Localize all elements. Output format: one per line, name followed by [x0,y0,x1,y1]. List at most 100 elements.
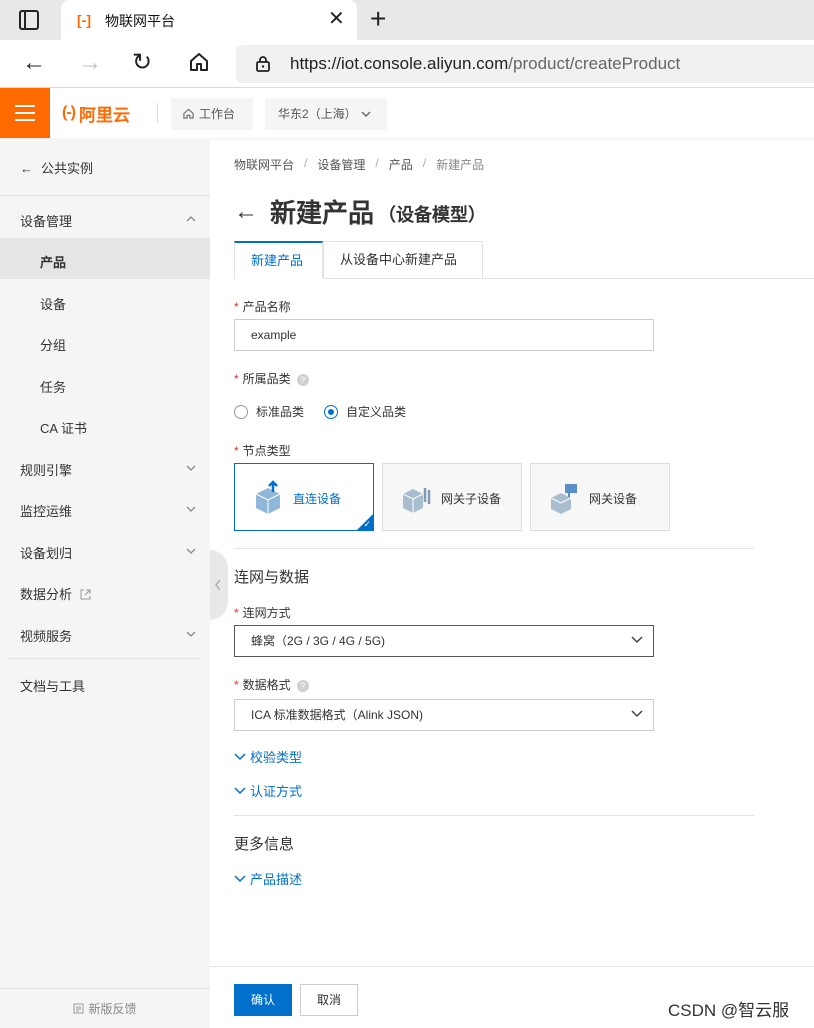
page-title-sub: （设备模型） [378,204,487,225]
sidebar-group-data-analysis-label: 数据分析 [20,587,73,602]
region-selector[interactable]: 华东2（上海） [265,98,387,130]
gateway-device-icon [550,484,577,514]
auth-method-toggle[interactable]: 认证方式 [234,781,302,800]
gateway-sub-device-icon [402,488,431,513]
sidebar-active-highlight [0,238,210,279]
aliyun-logo[interactable]: (-) 阿里云 [62,102,130,125]
chevron-down-icon[interactable] [186,463,196,473]
url-host: https://iot.console.aliyun.com [290,54,509,73]
aliyun-logo-icon: (-) [62,104,76,121]
check-icon: ✓ [363,519,371,529]
breadcrumb-device-mgmt[interactable]: 设备管理 [317,156,365,173]
sidebar-collapse-handle[interactable] [210,550,228,620]
node-type-gateway-sub-device[interactable]: 网关子设备 [382,463,522,531]
chevron-down-icon[interactable] [186,504,196,514]
sidebar-item-group[interactable]: 分组 [40,335,66,354]
tab-title: 物联网平台 [105,13,175,29]
chevron-down-icon [234,874,246,882]
tab-actions-icon[interactable] [19,10,39,30]
product-name-input[interactable]: example [234,319,654,351]
auth-method-label: 认证方式 [250,784,303,799]
sidebar-divider [8,658,200,659]
category-label: * 所属品类? [234,370,309,387]
node-type-gateway-label: 网关设备 [589,492,638,506]
category-radio-group: 标准品类 自定义品类 [234,403,406,420]
section-network-data: 连网与数据 [234,569,310,586]
workbench-button[interactable]: 工作台 [171,98,253,130]
help-icon[interactable]: ? [296,373,309,386]
sidebar-group-rules[interactable]: 规则引擎 [20,460,72,479]
workbench-label: 工作台 [199,107,236,121]
sidebar-item-device[interactable]: 设备 [40,294,66,313]
url-path: /product/createProduct [508,54,681,73]
node-type-gateway-device[interactable]: 网关设备 [530,463,670,531]
header-divider [157,103,158,123]
feedback-icon [73,1003,84,1014]
sidebar-docs-tools[interactable]: 文档与工具 [20,676,85,695]
check-type-toggle[interactable]: 校验类型 [234,747,302,766]
radio-custom-category[interactable] [324,404,339,419]
feedback-label: 新版反馈 [88,1002,137,1016]
new-tab-icon[interactable]: + [370,4,386,34]
browser-tab-bar: [-] 物联网平台 ✕ + [0,0,814,40]
node-type-direct-label: 直连设备 [293,492,342,506]
chevron-up-icon[interactable] [186,214,196,224]
radio-custom-category-label[interactable]: 自定义品类 [346,403,406,420]
lock-icon [256,56,270,72]
network-label: * 连网方式 [234,606,291,620]
network-select[interactable]: 蜂窝（2G / 3G / 4G / 5G) [234,625,654,657]
external-link-icon [80,589,91,600]
sidebar-group-device-assign[interactable]: 设备划归 [20,543,72,562]
product-description-toggle[interactable]: 产品描述 [234,869,302,888]
sidebar-group-device-mgmt[interactable]: 设备管理 [20,211,72,230]
hamburger-menu-icon[interactable] [0,88,50,138]
node-type-gateway-sub-label: 网关子设备 [441,492,502,506]
console-header: (-) 阿里云 工作台 华东2（上海） [0,88,814,138]
breadcrumb-iot-platform[interactable]: 物联网平台 [234,156,294,173]
chevron-down-icon[interactable] [186,546,196,556]
browser-tab[interactable]: [-] 物联网平台 ✕ [61,0,357,40]
sidebar-item-product[interactable]: 产品 [40,252,66,271]
chevron-down-icon[interactable] [186,629,196,639]
radio-standard-category-label[interactable]: 标准品类 [256,403,304,420]
data-format-label: * 数据格式? [234,676,309,693]
data-format-select[interactable]: ICA 标准数据格式（Alink JSON) [234,699,654,731]
sidebar-back-link[interactable]: ← 公共实例 [20,158,93,177]
data-format-select-value: ICA 标准数据格式（Alink JSON) [251,708,424,722]
tab-close-icon[interactable]: ✕ [328,8,345,30]
check-type-label: 校验类型 [250,750,303,765]
tab-new-product[interactable]: 新建产品 [234,241,323,279]
cancel-button[interactable]: 取消 [300,984,358,1016]
sidebar-item-ca-cert[interactable]: CA 证书 [40,418,87,437]
help-icon[interactable]: ? [296,679,309,692]
page-title-main: 新建产品 [270,198,375,228]
breadcrumb-separator: / [375,156,379,170]
forward-arrow-icon[interactable]: → [78,50,102,76]
chevron-down-icon [631,710,643,718]
breadcrumb-separator: / [304,156,308,170]
sidebar-group-monitoring[interactable]: 监控运维 [20,501,72,520]
sidebar-group-video[interactable]: 视频服务 [20,626,72,645]
page-title: ← 新建产品 （设备模型） [234,193,486,230]
node-type-label: * 节点类型 [234,444,291,458]
tab-from-device-center[interactable]: 从设备中心新建产品 [323,241,483,279]
confirm-button[interactable]: 确认 [234,984,292,1016]
breadcrumb-product[interactable]: 产品 [389,156,413,173]
url-field[interactable]: https://iot.console.aliyun.com/product/c… [236,45,814,83]
feedback-button[interactable]: 新版反馈 [0,988,210,1028]
back-arrow-icon[interactable]: ← [22,50,46,76]
sidebar-group-data-analysis[interactable]: 数据分析 [20,584,91,603]
direct-device-icon [255,480,281,514]
sidebar-divider [0,195,210,196]
node-type-direct-device[interactable]: 直连设备 ✓ [234,463,374,531]
region-label: 华东2（上海） [278,107,357,121]
back-arrow-icon[interactable]: ← [234,197,258,227]
node-type-label-text: 节点类型 [242,444,291,458]
product-name-label-text: 产品名称 [242,300,291,314]
product-name-label: * 产品名称 [234,300,291,314]
section-divider [234,548,754,549]
reload-icon[interactable]: ↻ [132,50,152,76]
sidebar-item-task[interactable]: 任务 [40,377,66,396]
home-icon[interactable] [188,51,210,79]
radio-standard-category[interactable] [234,404,248,419]
